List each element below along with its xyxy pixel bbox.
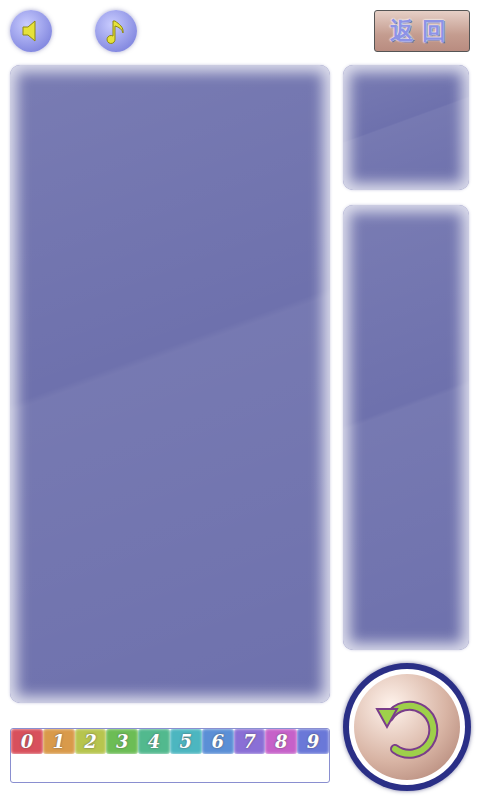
digit-tile: 7 — [234, 729, 266, 754]
digit-label: 4 — [148, 733, 161, 751]
digit-row: 01 2 3 4 56 7 8 9 — [11, 729, 329, 754]
top-bar: 返回 — [0, 0, 480, 62]
rotate-core — [354, 674, 460, 780]
music-button[interactable] — [95, 10, 137, 52]
back-button[interactable]: 返回 — [374, 10, 470, 52]
digit-label: 5 — [180, 733, 193, 751]
digit-label: 0 — [21, 733, 34, 751]
digit-tile: 4 — [138, 729, 170, 754]
digit-label: 3 — [116, 733, 129, 751]
digit-strip: 01 2 3 4 56 7 8 9 — [10, 728, 330, 783]
back-label: 返回 — [390, 13, 454, 49]
right-column — [343, 65, 469, 791]
game-area: 01 2 3 4 56 7 8 9 — [0, 62, 480, 791]
digit-tile: 2 — [75, 729, 107, 754]
digit-label: 6 — [211, 733, 224, 751]
next-piece-panel — [343, 65, 469, 190]
digit-label: 2 — [84, 733, 97, 751]
digit-tile: 3 — [106, 729, 138, 754]
digit-tile: 6 — [202, 729, 234, 754]
digit-label: 7 — [243, 733, 256, 751]
digit-tile: 8 — [265, 729, 297, 754]
digit-label: 8 — [275, 733, 288, 751]
rotate-button[interactable] — [343, 663, 471, 791]
left-column: 01 2 3 4 56 7 8 9 — [10, 65, 330, 791]
digit-label: 1 — [52, 733, 65, 751]
game-board — [10, 65, 330, 703]
digit-tile: 1 — [43, 729, 75, 754]
sound-button[interactable] — [10, 10, 52, 52]
digit-tile: 5 — [170, 729, 202, 754]
speaker-icon — [18, 18, 44, 44]
rotate-icon — [367, 687, 447, 767]
digit-label: 9 — [307, 733, 320, 751]
music-note-icon — [103, 17, 129, 45]
digit-tile: 0 — [11, 729, 43, 754]
score-box — [11, 754, 329, 782]
info-panel — [343, 205, 469, 650]
digit-tile: 9 — [297, 729, 329, 754]
rotate-ring — [349, 669, 465, 785]
